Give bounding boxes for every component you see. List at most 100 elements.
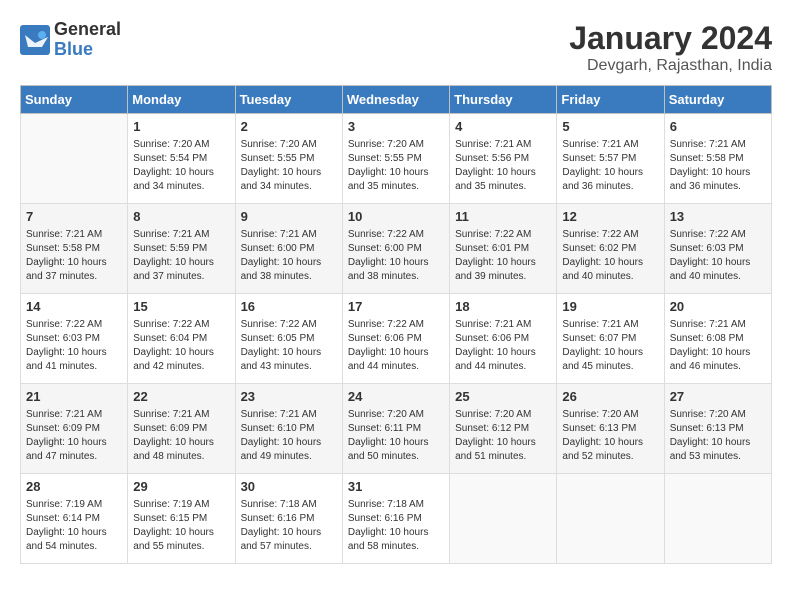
day-info: Sunrise: 7:19 AM Sunset: 6:14 PM Dayligh… xyxy=(26,498,122,554)
calendar-cell xyxy=(664,474,771,564)
calendar-cell: 7 Sunrise: 7:21 AM Sunset: 5:58 PM Daylig… xyxy=(21,204,128,294)
calendar-cell: 17 Sunrise: 7:22 AM Sunset: 6:06 PM Dayli… xyxy=(342,294,449,384)
day-number: 29 xyxy=(133,478,229,496)
header-sunday: Sunday xyxy=(21,86,128,114)
day-info: Sunrise: 7:21 AM Sunset: 5:58 PM Dayligh… xyxy=(670,138,766,194)
day-info: Sunrise: 7:21 AM Sunset: 5:58 PM Dayligh… xyxy=(26,228,122,284)
day-info: Sunrise: 7:21 AM Sunset: 6:06 PM Dayligh… xyxy=(455,318,551,374)
day-info: Sunrise: 7:21 AM Sunset: 6:09 PM Dayligh… xyxy=(133,408,229,464)
day-info: Sunrise: 7:20 AM Sunset: 5:54 PM Dayligh… xyxy=(133,138,229,194)
day-info: Sunrise: 7:22 AM Sunset: 6:06 PM Dayligh… xyxy=(348,318,444,374)
day-number: 9 xyxy=(241,208,337,226)
calendar-week-row: 14 Sunrise: 7:22 AM Sunset: 6:03 PM Dayli… xyxy=(21,294,772,384)
day-number: 3 xyxy=(348,118,444,136)
calendar-cell: 24Sunrise: 7:20 AM Sunset: 6:11 PM Dayli… xyxy=(342,384,449,474)
day-number: 13 xyxy=(670,208,766,226)
calendar-cell xyxy=(557,474,664,564)
calendar-cell xyxy=(450,474,557,564)
calendar-cell: 18 Sunrise: 7:21 AM Sunset: 6:06 PM Dayli… xyxy=(450,294,557,384)
day-info: Sunrise: 7:20 AM Sunset: 5:55 PM Dayligh… xyxy=(241,138,337,194)
day-number: 15 xyxy=(133,298,229,316)
calendar-cell: 20 Sunrise: 7:21 AM Sunset: 6:08 PM Dayli… xyxy=(664,294,771,384)
header-monday: Monday xyxy=(128,86,235,114)
day-number: 18 xyxy=(455,298,551,316)
calendar-cell xyxy=(21,114,128,204)
day-info: Sunrise: 7:21 AM Sunset: 5:59 PM Dayligh… xyxy=(133,228,229,284)
calendar-header-row: SundayMondayTuesdayWednesdayThursdayFrid… xyxy=(21,86,772,114)
calendar-cell: 16Sunrise: 7:22 AM Sunset: 6:05 PM Dayli… xyxy=(235,294,342,384)
day-number: 12 xyxy=(562,208,658,226)
day-info: Sunrise: 7:21 AM Sunset: 6:09 PM Dayligh… xyxy=(26,408,122,464)
day-info: Sunrise: 7:18 AM Sunset: 6:16 PM Dayligh… xyxy=(241,498,337,554)
day-number: 17 xyxy=(348,298,444,316)
calendar-cell: 23 Sunrise: 7:21 AM Sunset: 6:10 PM Dayli… xyxy=(235,384,342,474)
day-info: Sunrise: 7:19 AM Sunset: 6:15 PM Dayligh… xyxy=(133,498,229,554)
calendar-cell: 12Sunrise: 7:22 AM Sunset: 6:02 PM Dayli… xyxy=(557,204,664,294)
calendar-week-row: 7 Sunrise: 7:21 AM Sunset: 5:58 PM Daylig… xyxy=(21,204,772,294)
day-number: 2 xyxy=(241,118,337,136)
calendar-cell: 11Sunrise: 7:22 AM Sunset: 6:01 PM Dayli… xyxy=(450,204,557,294)
calendar-cell: 4Sunrise: 7:21 AM Sunset: 5:56 PM Daylig… xyxy=(450,114,557,204)
day-info: Sunrise: 7:20 AM Sunset: 5:55 PM Dayligh… xyxy=(348,138,444,194)
day-number: 31 xyxy=(348,478,444,496)
day-info: Sunrise: 7:22 AM Sunset: 6:04 PM Dayligh… xyxy=(133,318,229,374)
day-info: Sunrise: 7:20 AM Sunset: 6:11 PM Dayligh… xyxy=(348,408,444,464)
calendar-cell: 10Sunrise: 7:22 AM Sunset: 6:00 PM Dayli… xyxy=(342,204,449,294)
calendar-cell: 19Sunrise: 7:21 AM Sunset: 6:07 PM Dayli… xyxy=(557,294,664,384)
day-number: 30 xyxy=(241,478,337,496)
day-info: Sunrise: 7:22 AM Sunset: 6:03 PM Dayligh… xyxy=(26,318,122,374)
month-title: January 2024 xyxy=(569,20,772,57)
calendar-cell: 21Sunrise: 7:21 AM Sunset: 6:09 PM Dayli… xyxy=(21,384,128,474)
day-info: Sunrise: 7:21 AM Sunset: 6:10 PM Dayligh… xyxy=(241,408,337,464)
day-number: 22 xyxy=(133,388,229,406)
calendar-week-row: 1Sunrise: 7:20 AM Sunset: 5:54 PM Daylig… xyxy=(21,114,772,204)
day-info: Sunrise: 7:21 AM Sunset: 6:08 PM Dayligh… xyxy=(670,318,766,374)
calendar-cell: 25Sunrise: 7:20 AM Sunset: 6:12 PM Dayli… xyxy=(450,384,557,474)
day-number: 23 xyxy=(241,388,337,406)
calendar-week-row: 21Sunrise: 7:21 AM Sunset: 6:09 PM Dayli… xyxy=(21,384,772,474)
day-number: 10 xyxy=(348,208,444,226)
calendar-cell: 5 Sunrise: 7:21 AM Sunset: 5:57 PM Daylig… xyxy=(557,114,664,204)
calendar-cell: 6 Sunrise: 7:21 AM Sunset: 5:58 PM Daylig… xyxy=(664,114,771,204)
day-number: 6 xyxy=(670,118,766,136)
day-number: 20 xyxy=(670,298,766,316)
day-number: 7 xyxy=(26,208,122,226)
header-friday: Friday xyxy=(557,86,664,114)
day-info: Sunrise: 7:22 AM Sunset: 6:03 PM Dayligh… xyxy=(670,228,766,284)
calendar-table: SundayMondayTuesdayWednesdayThursdayFrid… xyxy=(20,85,772,564)
calendar-cell: 2 Sunrise: 7:20 AM Sunset: 5:55 PM Daylig… xyxy=(235,114,342,204)
calendar-cell: 15 Sunrise: 7:22 AM Sunset: 6:04 PM Dayli… xyxy=(128,294,235,384)
day-number: 27 xyxy=(670,388,766,406)
logo-blue-text: Blue xyxy=(54,40,121,60)
logo-icon xyxy=(20,25,50,55)
calendar-cell: 30 Sunrise: 7:18 AM Sunset: 6:16 PM Dayli… xyxy=(235,474,342,564)
logo: General Blue xyxy=(20,20,121,60)
day-number: 5 xyxy=(562,118,658,136)
title-block: January 2024 Devgarh, Rajasthan, India xyxy=(569,20,772,75)
day-number: 26 xyxy=(562,388,658,406)
day-number: 8 xyxy=(133,208,229,226)
day-number: 4 xyxy=(455,118,551,136)
page-header: General Blue January 2024 Devgarh, Rajas… xyxy=(20,20,772,75)
day-info: Sunrise: 7:21 AM Sunset: 6:00 PM Dayligh… xyxy=(241,228,337,284)
day-info: Sunrise: 7:21 AM Sunset: 5:57 PM Dayligh… xyxy=(562,138,658,194)
calendar-cell: 26Sunrise: 7:20 AM Sunset: 6:13 PM Dayli… xyxy=(557,384,664,474)
day-info: Sunrise: 7:22 AM Sunset: 6:01 PM Dayligh… xyxy=(455,228,551,284)
calendar-cell: 22 Sunrise: 7:21 AM Sunset: 6:09 PM Dayli… xyxy=(128,384,235,474)
day-info: Sunrise: 7:18 AM Sunset: 6:16 PM Dayligh… xyxy=(348,498,444,554)
day-number: 14 xyxy=(26,298,122,316)
day-info: Sunrise: 7:22 AM Sunset: 6:05 PM Dayligh… xyxy=(241,318,337,374)
calendar-cell: 3 Sunrise: 7:20 AM Sunset: 5:55 PM Daylig… xyxy=(342,114,449,204)
header-wednesday: Wednesday xyxy=(342,86,449,114)
calendar-cell: 9 Sunrise: 7:21 AM Sunset: 6:00 PM Daylig… xyxy=(235,204,342,294)
calendar-cell: 29 Sunrise: 7:19 AM Sunset: 6:15 PM Dayli… xyxy=(128,474,235,564)
day-number: 25 xyxy=(455,388,551,406)
calendar-cell: 13 Sunrise: 7:22 AM Sunset: 6:03 PM Dayli… xyxy=(664,204,771,294)
calendar-cell: 27Sunrise: 7:20 AM Sunset: 6:13 PM Dayli… xyxy=(664,384,771,474)
calendar-cell: 8 Sunrise: 7:21 AM Sunset: 5:59 PM Daylig… xyxy=(128,204,235,294)
calendar-cell: 14 Sunrise: 7:22 AM Sunset: 6:03 PM Dayli… xyxy=(21,294,128,384)
calendar-cell: 28Sunrise: 7:19 AM Sunset: 6:14 PM Dayli… xyxy=(21,474,128,564)
calendar-cell: 31 Sunrise: 7:18 AM Sunset: 6:16 PM Dayli… xyxy=(342,474,449,564)
header-saturday: Saturday xyxy=(664,86,771,114)
location-text: Devgarh, Rajasthan, India xyxy=(569,57,772,75)
